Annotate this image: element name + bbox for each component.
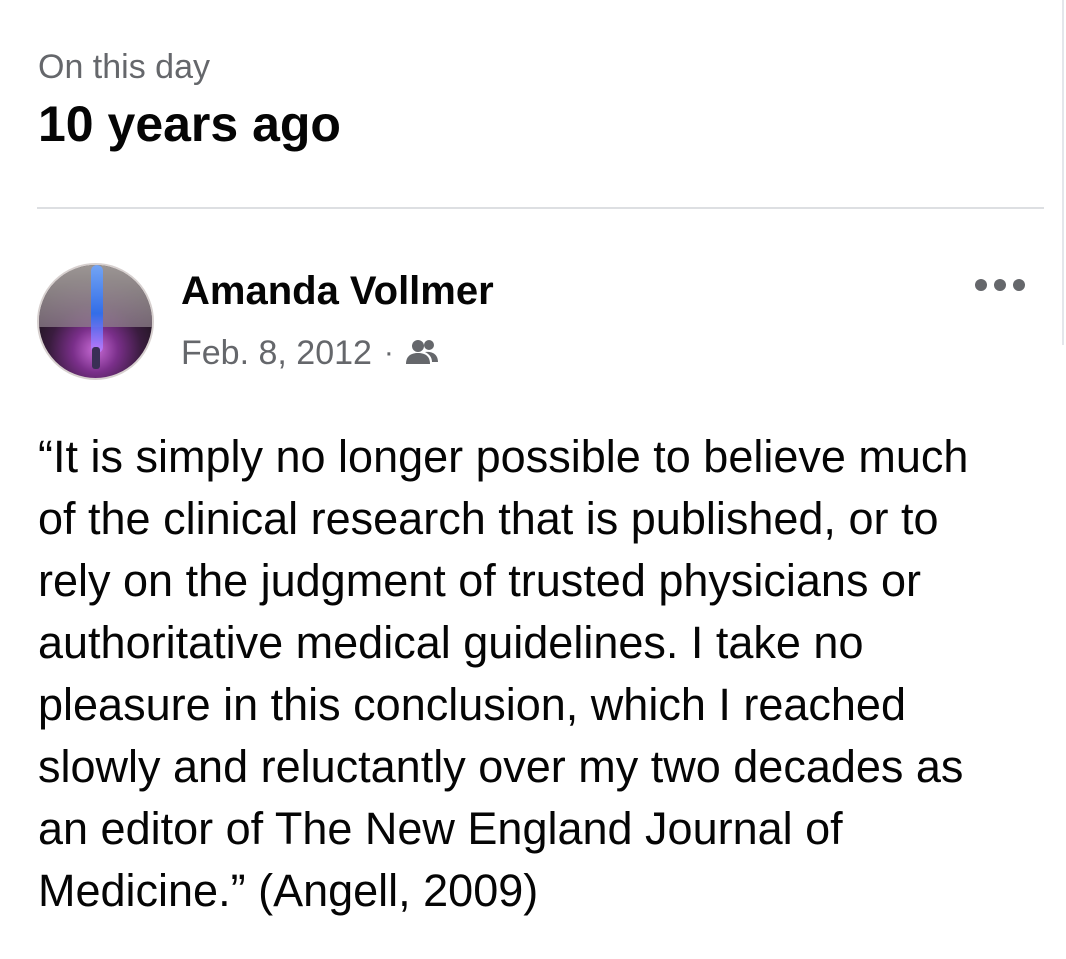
post-meta: Feb. 8, 2012 ·: [181, 330, 440, 376]
avatar-figure: [92, 347, 100, 369]
memory-kicker: On this day: [38, 48, 210, 86]
more-options-button[interactable]: [972, 270, 1028, 304]
memory-title: 10 years ago: [38, 96, 341, 152]
memory-header: On this day 10 years ago: [38, 44, 341, 156]
divider: [37, 207, 1044, 209]
author-name[interactable]: Amanda Vollmer: [181, 266, 494, 316]
post-date[interactable]: Feb. 8, 2012: [181, 334, 372, 373]
right-edge-border: [1062, 0, 1064, 345]
friends-icon[interactable]: [404, 338, 440, 368]
avatar-light-beam: [91, 265, 103, 353]
more-options-icon: [974, 278, 1026, 297]
avatar[interactable]: [37, 263, 154, 380]
post-text: “It is simply no longer possible to beli…: [38, 431, 969, 916]
meta-separator: ·: [383, 336, 394, 369]
